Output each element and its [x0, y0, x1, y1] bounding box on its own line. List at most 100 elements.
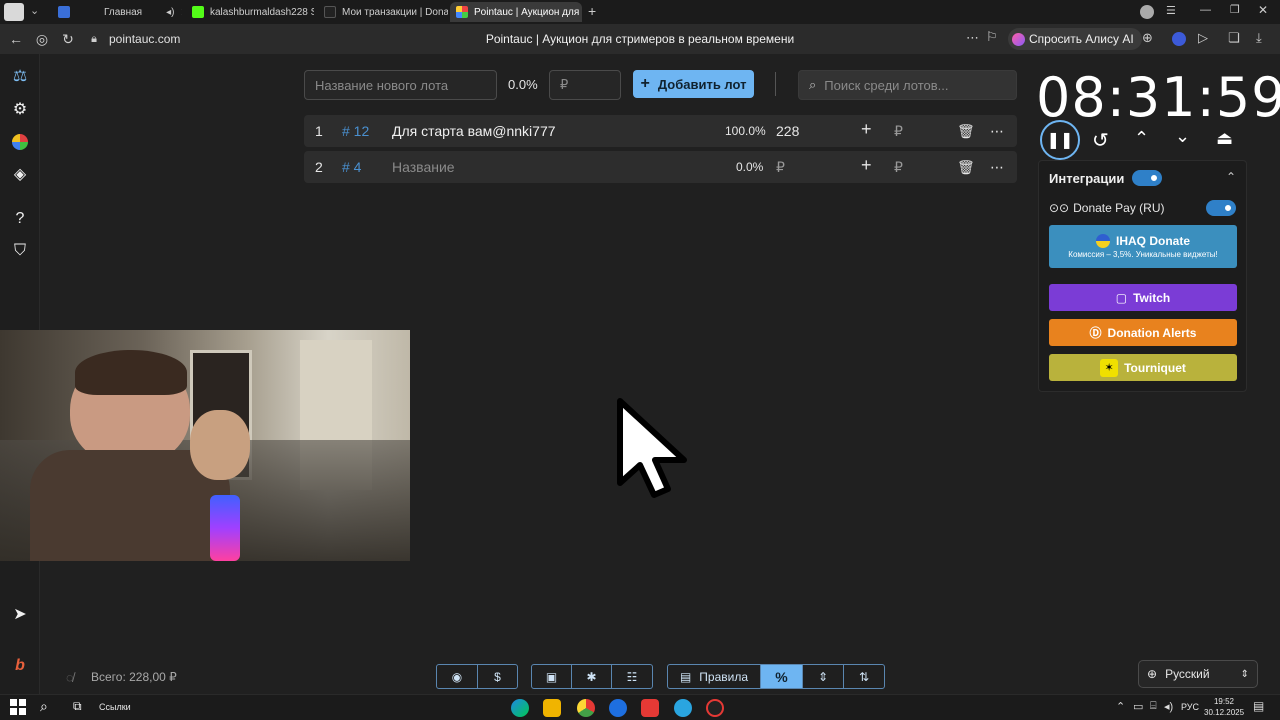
video-icon [58, 6, 70, 18]
tourniquet-button[interactable]: ✶ Tourniquet [1049, 354, 1237, 381]
tray-app-icon[interactable]: ▭ [1133, 700, 1143, 713]
integrations-toggle[interactable] [1132, 170, 1162, 186]
address-bar: ← ◎ ↻ 🔒︎ pointauc.com Pointauc | Аукцион… [0, 24, 1280, 54]
folder-icon[interactable] [543, 699, 561, 717]
lot-row[interactable]: 1 # 12 Для старта вам@nnki777 100.0% 228… [304, 115, 1017, 147]
reset-icon[interactable]: ↺ [1092, 128, 1109, 153]
sort-button[interactable]: ⇅ [843, 664, 885, 689]
links-label[interactable]: Ссылки [99, 702, 131, 712]
language-select[interactable]: ⊕ Русский ⇕ [1138, 660, 1258, 688]
github-button[interactable]: ◉ [436, 664, 478, 689]
tab-home[interactable]: Главная ◂) ✕ [52, 2, 182, 22]
bookmark-icon[interactable]: ⚐ [986, 29, 998, 45]
donation-alerts-button[interactable]: Ⓓ Donation Alerts [1049, 319, 1237, 346]
globe-icon[interactable]: ⊕ [1142, 30, 1153, 46]
edge-icon[interactable] [511, 699, 529, 717]
chevron-down-icon[interactable]: ⌄ [30, 4, 39, 17]
language-indicator[interactable]: РУС [1181, 702, 1199, 712]
obs-icon[interactable] [706, 699, 724, 717]
trash-icon[interactable]: 🗑︎ [957, 123, 975, 140]
tab-pointauc[interactable]: Pointauc | Аукцион для ст ✕ [450, 2, 582, 22]
profile-icon[interactable] [1140, 5, 1154, 19]
pause-button[interactable]: ❚❚ [1040, 120, 1080, 160]
telegram-icon[interactable]: ➤ [8, 602, 32, 626]
notifications-icon[interactable]: ▤ [1253, 699, 1264, 713]
shield-check-icon[interactable]: ⛉ [8, 239, 32, 263]
browser-menu-icon[interactable] [4, 3, 24, 21]
lot-amount[interactable]: ₽ [776, 159, 785, 176]
chevron-up-icon[interactable]: ⌃ [1134, 128, 1149, 149]
tray-chevron-icon[interactable]: ⌃ [1116, 700, 1125, 713]
close-window-icon[interactable]: ✕ [1258, 3, 1268, 17]
yandex-icon[interactable] [641, 699, 659, 717]
network-icon[interactable]: ⌸ [1150, 700, 1157, 713]
maximize-icon[interactable]: ❐ [1230, 3, 1240, 16]
extension-icon[interactable] [1172, 32, 1186, 46]
collections-icon[interactable]: ❏ [1228, 30, 1240, 46]
plus-icon[interactable]: + [861, 155, 872, 176]
more-icon[interactable]: ⋯ [966, 30, 979, 46]
lot-amount[interactable]: 228 [776, 123, 799, 139]
bug-button[interactable]: ✱ [571, 664, 612, 689]
play-icon[interactable]: ▷ [1198, 30, 1208, 46]
save-button[interactable]: ▣ [531, 664, 572, 689]
lot-id[interactable]: # 4 [342, 159, 361, 175]
lot-name[interactable]: Для старта вам@nnki777 [392, 123, 556, 139]
app-icon[interactable] [609, 699, 627, 717]
compress-button[interactable]: ⇕ [802, 664, 844, 689]
rules-button[interactable]: ▤ Правила [667, 664, 761, 689]
ihaq-donate-button[interactable]: IHAQ Donate Комиссия – 3,5%. Уникальные … [1049, 225, 1237, 268]
currency-input[interactable]: ₽ [894, 123, 903, 140]
search-icon: ⌕ [809, 77, 817, 92]
telegram-icon[interactable] [674, 699, 692, 717]
currency-input[interactable]: ₽ [894, 159, 903, 176]
boosty-icon[interactable]: b [8, 654, 32, 678]
speaker-icon[interactable]: ◂) [166, 7, 174, 18]
shield-icon[interactable]: ◎ [29, 26, 55, 52]
more-icon[interactable]: ⋯ [990, 159, 1004, 176]
reload-icon[interactable]: ↻ [55, 26, 81, 52]
clock[interactable]: 19:52 30.12.2025 [1204, 696, 1244, 718]
tab-donate[interactable]: Мои транзакции | Donate [318, 2, 448, 22]
donate-pay-toggle[interactable] [1206, 200, 1236, 216]
lot-id[interactable]: # 12 [342, 123, 369, 139]
gavel-icon[interactable]: ⚖ [8, 64, 32, 88]
hide-icon[interactable]: ◌̸ [66, 670, 74, 685]
clear-button[interactable]: ☷ [611, 664, 653, 689]
back-icon[interactable]: ← [3, 26, 29, 52]
add-lot-button[interactable]: + Добавить лот [633, 70, 754, 98]
alice-button[interactable]: Спросить Алису AI [1008, 28, 1142, 50]
search-input[interactable]: ⌕ Поиск среди лотов... [798, 70, 1017, 100]
lot-row[interactable]: 2 # 4 Название 0.0% ₽ + ₽ 🗑︎ ⋯ [304, 151, 1017, 183]
trash-icon[interactable]: 🗑︎ [957, 159, 975, 176]
amount-input[interactable]: ₽ [549, 70, 621, 100]
donate-button[interactable]: $ [477, 664, 518, 689]
layers-icon[interactable]: ◈ [8, 162, 32, 186]
double-up-icon[interactable]: ⏏ [1216, 128, 1233, 149]
search-icon[interactable]: ⌕ [40, 698, 48, 715]
volume-icon[interactable]: ◂) [1164, 700, 1173, 713]
downloads-icon[interactable]: ⤓ [1256, 30, 1262, 46]
donation-alerts-icon: Ⓓ [1089, 326, 1102, 340]
close-icon[interactable]: ✕ [180, 6, 182, 19]
chevron-down-icon[interactable]: ⌄ [1175, 126, 1190, 147]
tabs-menu-icon[interactable]: ☰ [1166, 4, 1176, 17]
url-text[interactable]: pointauc.com [109, 32, 409, 46]
percent-button[interactable]: % [760, 664, 803, 689]
task-view-icon[interactable]: ⧉ [73, 699, 82, 714]
chrome-icon[interactable] [577, 699, 595, 717]
percent-icon: % [775, 668, 788, 685]
help-icon[interactable]: ? [8, 207, 32, 231]
minimize-icon[interactable]: — [1200, 4, 1211, 16]
gear-icon[interactable]: ⚙ [8, 97, 32, 121]
wheel-icon[interactable] [8, 130, 32, 154]
twitch-button[interactable]: ▢ Twitch [1049, 284, 1237, 311]
lot-name-input[interactable]: Название нового лота [304, 70, 497, 100]
new-tab-icon[interactable]: + [588, 3, 596, 19]
tab-kick[interactable]: kalashburmaldash228 Stre [186, 2, 314, 22]
windows-start-icon[interactable] [10, 699, 26, 715]
more-icon[interactable]: ⋯ [990, 123, 1004, 140]
chevron-up-icon[interactable]: ⌃ [1226, 170, 1236, 184]
lot-name[interactable]: Название [392, 159, 455, 175]
plus-icon[interactable]: + [861, 119, 872, 140]
